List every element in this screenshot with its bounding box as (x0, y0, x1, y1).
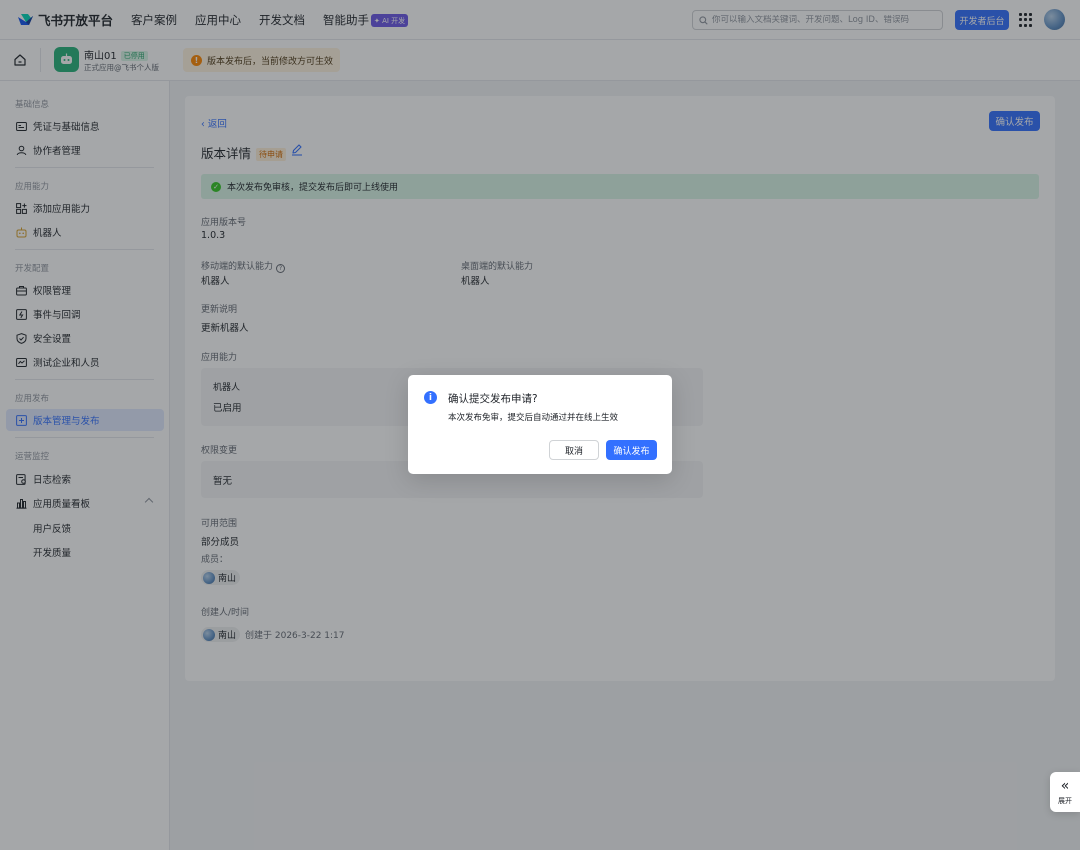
info-icon: i (424, 391, 437, 404)
confirm-dialog: i 确认提交发布申请? 本次发布免审，提交后自动通过并在线上生效 取消 确认发布 (408, 375, 672, 474)
dialog-confirm-publish-button[interactable]: 确认发布 (606, 440, 657, 460)
dialog-body: 本次发布免审，提交后自动通过并在线上生效 (448, 413, 619, 423)
dialog-title: 确认提交发布申请? (448, 393, 538, 405)
double-chevron-left-icon: « (1060, 777, 1070, 794)
expand-label: 展开 (1058, 796, 1072, 805)
expand-panel-button[interactable]: « 展开 (1050, 772, 1080, 812)
cancel-button[interactable]: 取消 (549, 440, 599, 460)
